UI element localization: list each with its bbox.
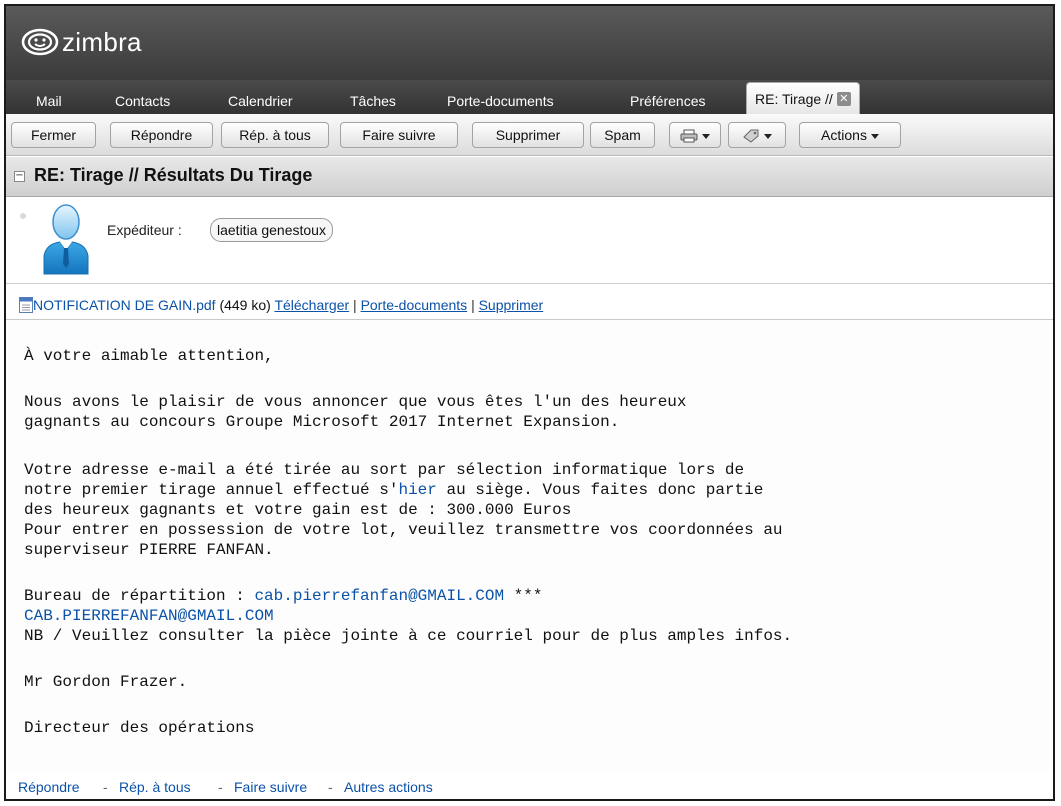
pdf-file-icon bbox=[19, 297, 33, 313]
email-link[interactable]: cab.pierrefanfan@GMAIL.COM bbox=[254, 587, 504, 605]
body-line: gagnants au concours Groupe Microsoft 20… bbox=[24, 413, 620, 431]
logo-text: zimbra bbox=[62, 26, 142, 57]
attachment-name-link[interactable]: NOTIFICATION DE GAIN.pdf bbox=[33, 297, 216, 313]
tab-preferences[interactable]: Préférences bbox=[630, 88, 705, 114]
delete-button[interactable]: Supprimer bbox=[472, 122, 584, 148]
reply-button[interactable]: Répondre bbox=[110, 122, 213, 148]
avatar bbox=[43, 204, 89, 275]
body-line: des heureux gagnants et votre gain est d… bbox=[24, 501, 572, 519]
close-icon[interactable]: ✕ bbox=[836, 92, 851, 107]
body-text: notre premier tirage annuel effectué s' bbox=[24, 481, 399, 499]
forward-button[interactable]: Faire suivre bbox=[340, 122, 458, 148]
tag-icon bbox=[743, 129, 759, 143]
collapse-icon[interactable]: − bbox=[14, 171, 25, 182]
zimbra-logo-icon bbox=[21, 28, 59, 56]
actions-button[interactable]: Actions bbox=[799, 122, 901, 148]
body-line: À votre aimable attention, bbox=[24, 347, 274, 365]
tab-tasks[interactable]: Tâches bbox=[350, 88, 396, 114]
sender-area: Expéditeur : laetitia genestoux bbox=[6, 198, 1053, 284]
app-header: zimbra bbox=[6, 6, 1053, 80]
footer-actions: Répondre - Rép. à tous - Faire suivre - … bbox=[6, 772, 1053, 799]
footer-more-actions-link[interactable]: Autres actions bbox=[344, 772, 433, 799]
message-toolbar: Fermer Répondre Rép. à tous Faire suivre… bbox=[6, 114, 1053, 156]
print-icon bbox=[680, 129, 698, 143]
attachment-row: NOTIFICATION DE GAIN.pdf (449 ko) Téléch… bbox=[6, 291, 1053, 320]
separator: - bbox=[218, 779, 223, 795]
spam-button[interactable]: Spam bbox=[590, 122, 655, 148]
tag-button[interactable] bbox=[728, 122, 786, 148]
message-body: À votre aimable attention, Nous avons le… bbox=[6, 320, 1053, 770]
separator: - bbox=[103, 779, 108, 795]
hier-link[interactable]: hier bbox=[398, 481, 436, 499]
tab-message-label: RE: Tirage // bbox=[755, 91, 833, 107]
chevron-down-icon bbox=[870, 133, 879, 139]
separator: | bbox=[471, 297, 475, 313]
delete-attachment-link[interactable]: Supprimer bbox=[479, 297, 544, 313]
message-subject: RE: Tirage // Résultats Du Tirage bbox=[34, 165, 313, 185]
body-line: CAB.PIERREFANFAN@GMAIL.COM bbox=[24, 606, 274, 626]
body-text: *** bbox=[504, 587, 543, 605]
close-button[interactable]: Fermer bbox=[11, 122, 96, 148]
download-link[interactable]: Télécharger bbox=[274, 297, 349, 313]
briefcase-link[interactable]: Porte-documents bbox=[361, 297, 468, 313]
footer-reply-all-link[interactable]: Rép. à tous bbox=[119, 772, 191, 799]
body-line: Directeur des opérations bbox=[24, 719, 255, 737]
separator: | bbox=[353, 297, 357, 313]
body-line: Nous avons le plaisir de vous annoncer q… bbox=[24, 393, 687, 411]
attachment-info: NOTIFICATION DE GAIN.pdf (449 ko) Téléch… bbox=[33, 291, 543, 319]
tab-mail[interactable]: Mail bbox=[36, 88, 62, 114]
footer-reply-link[interactable]: Répondre bbox=[18, 772, 80, 799]
separator: - bbox=[328, 779, 333, 795]
footer-forward-link[interactable]: Faire suivre bbox=[234, 772, 307, 799]
body-line: Mr Gordon Frazer. bbox=[24, 673, 188, 691]
body-text: au siège. Vous faites donc partie bbox=[436, 481, 764, 499]
zimbra-logo[interactable]: zimbra bbox=[20, 26, 142, 58]
chevron-down-icon bbox=[702, 133, 710, 139]
body-line: Bureau de répartition : cab.pierrefanfan… bbox=[24, 586, 542, 606]
body-line: Pour entrer en possession de votre lot, … bbox=[24, 521, 783, 539]
body-line: notre premier tirage annuel effectué s'h… bbox=[24, 480, 763, 500]
attachment-size: (449 ko) bbox=[219, 297, 271, 313]
body-line: superviseur PIERRE FANFAN. bbox=[24, 541, 274, 559]
body-line: NB / Veuillez consulter la pièce jointe … bbox=[24, 627, 793, 645]
tab-bar: Mail Contacts Calendrier Tâches Porte-do… bbox=[6, 80, 1053, 114]
mail-window: zimbra Mail Contacts Calendrier Tâches P… bbox=[4, 4, 1055, 801]
print-button[interactable] bbox=[669, 122, 721, 148]
from-label: Expéditeur : bbox=[107, 222, 182, 238]
sender-address-bubble[interactable]: laetitia genestoux bbox=[210, 218, 333, 242]
chevron-down-icon bbox=[764, 133, 772, 139]
email-link[interactable]: CAB.PIERREFANFAN@GMAIL.COM bbox=[24, 607, 274, 625]
reply-all-button[interactable]: Rép. à tous bbox=[221, 122, 329, 148]
actions-label: Actions bbox=[821, 127, 867, 143]
body-line: Votre adresse e-mail a été tirée au sort… bbox=[24, 461, 745, 479]
tab-briefcase[interactable]: Porte-documents bbox=[447, 88, 554, 114]
tab-message[interactable]: RE: Tirage //✕ bbox=[746, 82, 860, 114]
tab-contacts[interactable]: Contacts bbox=[115, 88, 170, 114]
tab-calendar[interactable]: Calendrier bbox=[228, 88, 293, 114]
presence-dot bbox=[20, 213, 26, 219]
subject-bar: − RE: Tirage // Résultats Du Tirage bbox=[6, 157, 1053, 197]
body-text: Bureau de répartition : bbox=[24, 587, 255, 605]
